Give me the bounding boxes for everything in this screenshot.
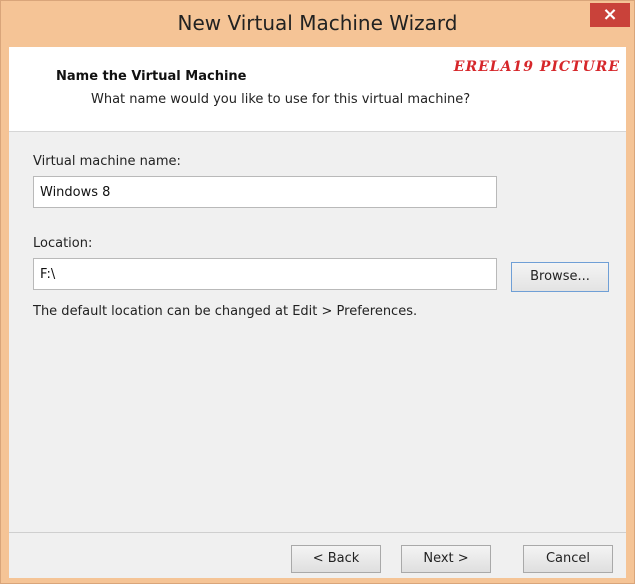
title-bar[interactable]: New Virtual Machine Wizard × [1, 1, 634, 47]
next-button[interactable]: Next > [401, 545, 491, 573]
window-right-border [626, 47, 634, 583]
wizard-window: New Virtual Machine Wizard × Name the Vi… [0, 0, 635, 584]
wizard-content: Virtual machine name: Location: Browse..… [9, 132, 626, 532]
location-label: Location: [33, 236, 93, 251]
page-subtitle: What name would you like to use for this… [91, 92, 471, 107]
wizard-footer: < Back Next > Cancel [9, 532, 626, 578]
window-title: New Virtual Machine Wizard [177, 11, 458, 35]
watermark: ERELA19 PICTURE [453, 59, 620, 75]
back-button[interactable]: < Back [291, 545, 381, 573]
location-input[interactable] [33, 258, 497, 290]
page-title: Name the Virtual Machine [56, 69, 247, 84]
cancel-button[interactable]: Cancel [523, 545, 613, 573]
close-icon: × [602, 4, 618, 25]
vm-name-input[interactable] [33, 176, 497, 208]
wizard-header: Name the Virtual Machine What name would… [9, 47, 626, 132]
vm-name-label: Virtual machine name: [33, 154, 181, 169]
close-button[interactable]: × [590, 3, 630, 27]
window-left-border [1, 47, 9, 583]
location-hint: The default location can be changed at E… [33, 304, 418, 319]
browse-button[interactable]: Browse... [511, 262, 609, 292]
